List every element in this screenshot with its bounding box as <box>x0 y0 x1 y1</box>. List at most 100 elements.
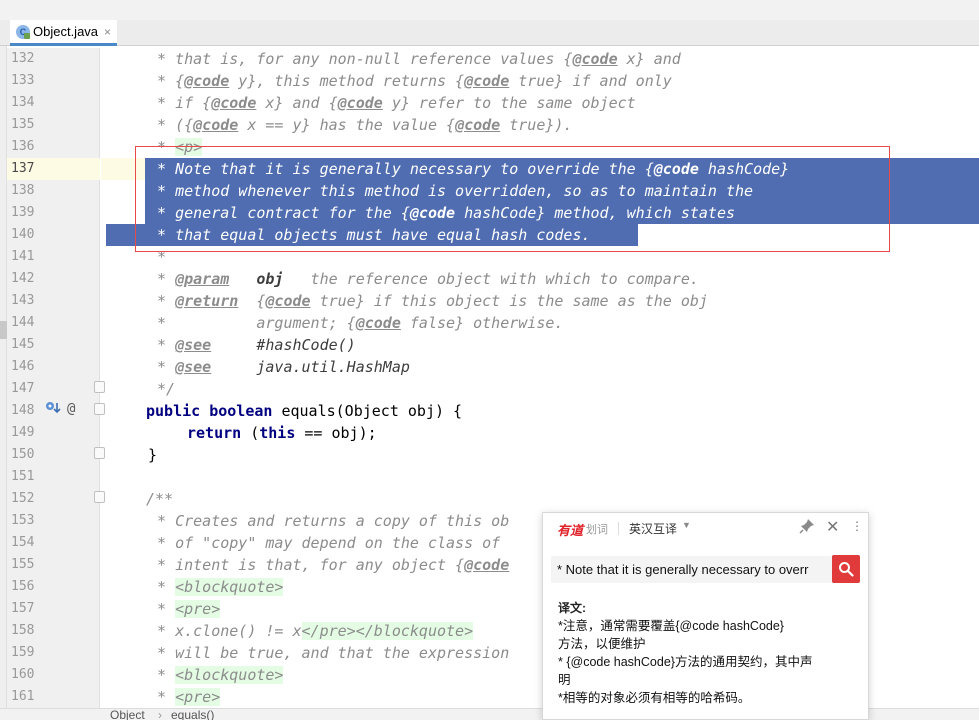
selected-text: * general contract for the { <box>148 204 410 222</box>
comment-text <box>229 270 256 288</box>
javadoc-tag: @code <box>572 50 618 68</box>
code-line-139: * general contract for the {@code hashCo… <box>148 202 735 224</box>
comment-text: * <box>148 138 176 156</box>
translation-label: 译文: <box>558 601 586 615</box>
code-line-146: * @see java.util.HashMap <box>148 356 410 378</box>
code-line-160: * <blockquote> <box>148 664 284 686</box>
javadoc-tag: @code <box>464 72 510 90</box>
comment-text: * of "copy" may depend on the class of <box>148 534 501 552</box>
comment-text: false} otherwise. <box>400 314 564 332</box>
code-line-134: * if {@code x} and {@code y} refer to th… <box>148 92 636 114</box>
search-button[interactable] <box>832 555 860 583</box>
code-line-143: * @return {@code true} if this object is… <box>148 290 708 312</box>
comment-text: * <box>148 666 176 684</box>
selected-text: hashCode} method, which states <box>455 204 736 222</box>
comment-text: true}). <box>500 116 573 134</box>
code-line-161: * <pre> <box>148 686 221 708</box>
line-number: 139 <box>11 205 35 220</box>
translation-line: 方法，以便维护 <box>558 637 646 651</box>
html-tag: <pre> <box>175 688 221 706</box>
code-line-153: * Creates and returns a copy of this ob <box>148 510 509 532</box>
line-number: 146 <box>11 359 35 374</box>
code-line-155: * intent is that, for any object {@code <box>148 554 509 576</box>
code-text: ( <box>241 424 260 442</box>
code-line-154: * of "copy" may depend on the class of <box>148 532 500 554</box>
line-number: 161 <box>11 689 35 704</box>
translation-line: *相等的对象必须有相等的哈希码。 <box>558 691 751 705</box>
line-number: 148 <box>11 403 35 418</box>
code-line-150: } <box>148 444 157 466</box>
line-number-gutter: 132 133 134 135 136 137 138 139 140 141 … <box>7 48 105 708</box>
keyword: public <box>146 402 201 420</box>
comment-text: * <box>148 358 176 376</box>
comment-text: * x.clone() != x <box>148 622 302 640</box>
comment-text: * intent is that, for any object { <box>148 556 465 574</box>
window-top-strip <box>0 0 979 20</box>
pin-icon[interactable] <box>799 518 815 534</box>
line-number: 157 <box>11 601 35 616</box>
left-tool-strip <box>0 46 7 720</box>
code-line-136: * <p> <box>148 136 203 158</box>
method-marker-icon[interactable]: @ <box>67 398 75 420</box>
code-line-141: * <box>148 246 166 268</box>
youdao-logo: 有道 <box>557 523 584 538</box>
comment-text: * <box>148 578 176 596</box>
more-options-icon[interactable]: ⋮ <box>851 519 863 533</box>
overridden-method-icon[interactable] <box>45 400 61 422</box>
comment-text <box>211 358 256 376</box>
java-class-icon: C <box>16 24 30 39</box>
breadcrumb-separator: › <box>158 708 162 720</box>
line-number: 159 <box>11 645 35 660</box>
code-line-158: * x.clone() != x</pre></blockquote> <box>148 620 474 642</box>
javadoc-tag: @code <box>464 556 510 574</box>
line-number: 145 <box>11 337 35 352</box>
line-number: 150 <box>11 447 35 462</box>
tab-object-java[interactable]: C Object.java × <box>10 20 118 46</box>
translation-mode-dropdown[interactable]: 英汉互译 <box>629 520 677 537</box>
see-reference[interactable]: java.util.HashMap <box>256 358 410 376</box>
selected-text: * Note that it is generally necessary to… <box>148 160 654 178</box>
line-number: 154 <box>11 535 35 550</box>
line-number: 142 <box>11 271 35 286</box>
javadoc-tag: @code <box>455 116 501 134</box>
selected-text: * that equal objects must have equal has… <box>148 226 591 244</box>
line-number: 135 <box>11 117 35 132</box>
javadoc-tag: @see <box>175 336 212 354</box>
keyword: boolean <box>209 402 273 420</box>
javadoc-tag: @code <box>193 116 239 134</box>
html-tag: <blockquote> <box>175 666 284 684</box>
comment-text: * <box>148 248 167 266</box>
code-line-140: * that equal objects must have equal has… <box>148 224 591 246</box>
param-name: obj <box>256 270 284 288</box>
code-line-148: public boolean equals(Object obj) { <box>146 400 462 422</box>
translation-query-input[interactable]: * Note that it is generally necessary to… <box>551 556 832 583</box>
selected-javadoc-tag: @code <box>409 204 456 222</box>
comment-text: * <box>148 336 176 354</box>
breadcrumb-class[interactable]: Object <box>110 708 145 720</box>
tool-strip-marker[interactable] <box>0 321 7 339</box>
code-line-142: * @param obj the reference object with w… <box>148 268 699 290</box>
comment-text: */ <box>148 380 176 398</box>
breadcrumb-method[interactable]: equals() <box>171 708 214 720</box>
line-number: 143 <box>11 293 35 308</box>
tab-close-icon[interactable]: × <box>104 25 111 39</box>
line-number: 138 <box>11 183 35 198</box>
code-line-149: return (this == obj); <box>187 422 377 444</box>
line-number: 132 <box>11 51 35 66</box>
close-icon[interactable]: ✕ <box>826 517 839 537</box>
javadoc-tag: @code <box>265 292 311 310</box>
comment-text: true} if this object is the same as the … <box>310 292 708 310</box>
translation-line: *注意，通常需要覆盖{@code hashCode} <box>558 619 784 633</box>
see-reference[interactable]: #hashCode() <box>256 336 355 354</box>
code-line-132: * that is, for any non-null reference va… <box>148 48 681 70</box>
line-number-current: 137 <box>11 161 35 176</box>
comment-text: y}, this method returns { <box>229 72 465 90</box>
comment-text: /** <box>146 490 174 508</box>
chevron-down-icon[interactable]: ▼ <box>682 520 691 530</box>
selected-text: * method whenever this method is overrid… <box>148 182 754 200</box>
line-number: 155 <box>11 557 35 572</box>
comment-text: x} and <box>617 50 681 68</box>
html-tag: <p> <box>175 138 203 156</box>
code-line-157: * <pre> <box>148 598 221 620</box>
javadoc-tag: @code <box>355 314 401 332</box>
